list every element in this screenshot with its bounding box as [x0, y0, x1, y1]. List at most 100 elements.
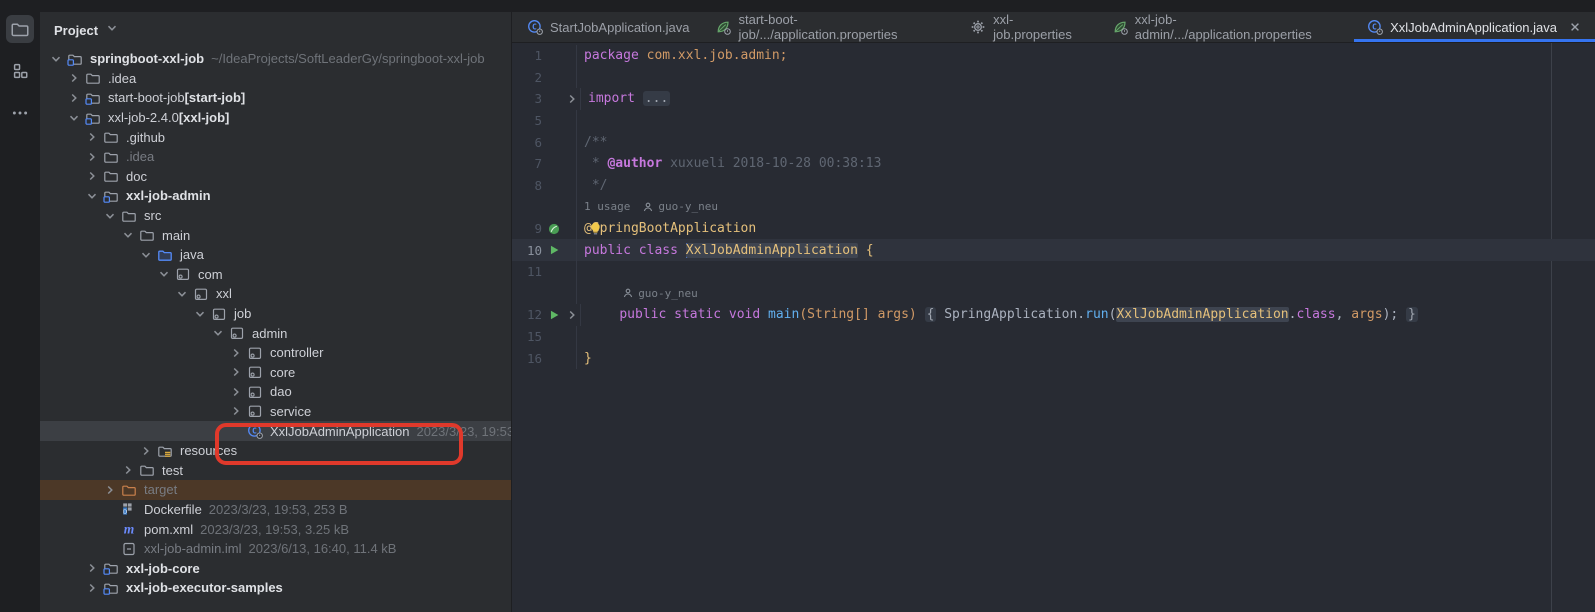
editor-tab-xxljobadminapplication-java[interactable]: C XxlJobAdminApplication.java: [1354, 12, 1595, 42]
chevron-right-icon[interactable]: [120, 462, 136, 478]
fold-arrow-icon[interactable]: [564, 307, 580, 323]
code-line-6[interactable]: 6/**: [512, 131, 1595, 153]
code-line-5[interactable]: 5: [512, 110, 1595, 132]
close-icon[interactable]: [1568, 20, 1582, 34]
chevron-down-icon[interactable]: [102, 208, 118, 224]
fold-arrow-icon[interactable]: [564, 91, 580, 107]
tab-label: XxlJobAdminApplication.java: [1390, 20, 1557, 35]
tree-item-xxl-job-core[interactable]: xxl-job-core: [40, 558, 511, 578]
editor-tab-startjobapplication-java[interactable]: CStartJobApplication.java: [514, 12, 702, 42]
code-token: class: [1296, 307, 1335, 322]
editor-tab-xxl-job-admin-application-properties[interactable]: xxl-job-admin/.../application.properties: [1099, 12, 1354, 42]
editor-tab-start-boot-job-application-properties[interactable]: start-boot-job/.../application.propertie…: [702, 12, 957, 42]
tree-item-pom-xml[interactable]: mpom.xml2023/3/23, 19:53, 3.25 kB: [40, 519, 511, 539]
tree-item-test[interactable]: test: [40, 460, 511, 480]
tree-item-xxljobadminapplication[interactable]: CXxlJobAdminApplication2023/3/23, 19:53,…: [40, 421, 511, 441]
code-line-2[interactable]: 2: [512, 67, 1595, 89]
code-inlay-row[interactable]: guo-y_neu: [512, 283, 1595, 305]
code-line-10[interactable]: 10public class XxlJobAdminApplication {: [512, 239, 1595, 261]
chevron-right-icon[interactable]: [66, 90, 82, 106]
tree-item-dockerfile[interactable]: DDockerfile2023/3/23, 19:53, 253 B: [40, 500, 511, 520]
chevron-down-icon[interactable]: [210, 325, 226, 341]
chevron-down-icon[interactable]: [84, 188, 100, 204]
tree-item-resources[interactable]: resources: [40, 441, 511, 461]
code-line-3[interactable]: 3import ...: [512, 88, 1595, 110]
code-token: import: [588, 91, 643, 106]
chevron-right-icon[interactable]: [228, 364, 244, 380]
svg-text:C: C: [1372, 22, 1377, 31]
rail-more-icon: [11, 104, 29, 122]
chevron-down-icon[interactable]: [66, 110, 82, 126]
tree-item-dao[interactable]: dao: [40, 382, 511, 402]
code-text: public class XxlJobAdminApplication {: [577, 243, 874, 258]
code-line-8[interactable]: 8 */: [512, 175, 1595, 197]
chevron-right-icon[interactable]: [84, 580, 100, 596]
code-token: run: [1085, 307, 1108, 322]
rail-button-more[interactable]: [6, 99, 34, 127]
code-line-16[interactable]: 16}: [512, 347, 1595, 369]
tree-item-src[interactable]: src: [40, 206, 511, 226]
code-inlay-row[interactable]: 1 usageguo-y_neu: [512, 196, 1595, 218]
chevron-right-icon[interactable]: [84, 560, 100, 576]
chevron-right-icon[interactable]: [102, 482, 118, 498]
code-line-11[interactable]: 11: [512, 261, 1595, 283]
tab-label: xxl-job.properties: [993, 12, 1086, 42]
tree-item-doc[interactable]: doc: [40, 167, 511, 187]
code-vision-inlay[interactable]: 1 usageguo-y_neu: [584, 196, 718, 218]
tree-item-xxl[interactable]: xxl: [40, 284, 511, 304]
project-panel-header[interactable]: Project: [40, 12, 511, 49]
chevron-right-icon[interactable]: [84, 149, 100, 165]
chevron-right-icon[interactable]: [84, 129, 100, 145]
rail-button-structure[interactable]: [6, 57, 34, 85]
tree-item-target[interactable]: target: [40, 480, 511, 500]
tree-item-xxl-job-2-4-0[interactable]: xxl-job-2.4.0 [xxl-job]: [40, 108, 511, 128]
chevron-down-icon[interactable]: [174, 286, 190, 302]
spring-gutter-icon[interactable]: [544, 222, 564, 236]
code-area[interactable]: 1package com.xxl.job.admin;23import ... 5…: [512, 43, 1595, 612]
tree-item-core[interactable]: core: [40, 363, 511, 383]
code-line-12[interactable]: 12 public static void main(String[] args…: [512, 304, 1595, 326]
chevron-right-icon[interactable]: [138, 443, 154, 459]
tree-item-idea[interactable]: .idea: [40, 147, 511, 167]
editor-tab-xxl-job-properties[interactable]: xxl-job.properties: [957, 12, 1099, 42]
chevron-right-icon[interactable]: [84, 168, 100, 184]
tree-item-java[interactable]: java: [40, 245, 511, 265]
chevron-down-icon[interactable]: [48, 51, 64, 67]
tree-item-start-boot-job[interactable]: start-boot-job [start-job]: [40, 88, 511, 108]
chevron-right-icon[interactable]: [228, 403, 244, 419]
tree-item-admin[interactable]: admin: [40, 323, 511, 343]
module-icon: [103, 580, 119, 596]
tree-item-xxl-job-admin-iml[interactable]: xxl-job-admin.iml2023/6/13, 16:40, 11.4 …: [40, 539, 511, 559]
line-number: 5: [512, 113, 542, 128]
tree-item-main[interactable]: main: [40, 225, 511, 245]
chevron-down-icon[interactable]: [138, 247, 154, 263]
chevron-right-icon[interactable]: [228, 384, 244, 400]
resources-icon: [157, 443, 173, 459]
chevron-right-icon[interactable]: [228, 345, 244, 361]
tree-item-github[interactable]: .github: [40, 127, 511, 147]
code-line-7[interactable]: 7 * @author xuxueli 2018-10-28 00:38:13: [512, 153, 1595, 175]
tree-item-service[interactable]: service: [40, 402, 511, 422]
run-gutter-icon[interactable]: [544, 308, 564, 322]
chevron-down-icon[interactable]: [120, 227, 136, 243]
highlighted-identifier: XxlJobAdminApplication: [1116, 307, 1288, 322]
tree-item-controller[interactable]: controller: [40, 343, 511, 363]
rail-button-project[interactable]: [6, 15, 34, 43]
code-line-9[interactable]: 9@SpringBootApplication: [512, 218, 1595, 240]
tree-item-xxl-job-admin[interactable]: xxl-job-admin: [40, 186, 511, 206]
tree-item-job[interactable]: job: [40, 304, 511, 324]
code-token: args: [1351, 307, 1382, 322]
code-line-15[interactable]: 15: [512, 326, 1595, 348]
code-vision-inlay[interactable]: guo-y_neu: [615, 283, 698, 305]
chevron-down-icon[interactable]: [156, 266, 172, 282]
chevron-down-icon[interactable]: [192, 306, 208, 322]
intention-bulb-icon[interactable]: [590, 222, 601, 240]
tree-item-meta: ~/IdeaProjects/SoftLeaderGy/springboot-x…: [211, 51, 485, 66]
tree-item-com[interactable]: com: [40, 265, 511, 285]
tree-item-springboot-xxl-job[interactable]: springboot-xxl-job~/IdeaProjects/SoftLea…: [40, 49, 511, 69]
code-line-1[interactable]: 1package com.xxl.job.admin;: [512, 45, 1595, 67]
chevron-right-icon[interactable]: [66, 70, 82, 86]
tree-item-idea[interactable]: .idea: [40, 69, 511, 89]
tree-item-xxl-job-executor-samples[interactable]: xxl-job-executor-samples: [40, 578, 511, 598]
run-gutter-icon[interactable]: [544, 243, 564, 257]
